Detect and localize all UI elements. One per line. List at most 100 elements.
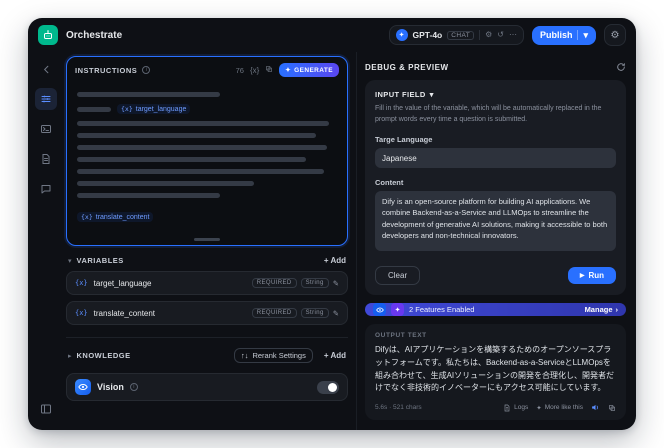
input-field-title: INPUT FIELD xyxy=(375,90,426,99)
sidebar-item-api-access[interactable] xyxy=(35,118,57,140)
run-button[interactable]: ▶ Run xyxy=(567,267,616,284)
output-title: OUTPUT TEXT xyxy=(375,332,427,339)
prompt-text-skeleton xyxy=(77,145,327,150)
target-language-label: Targe Language xyxy=(375,135,433,144)
rerank-icon: ↑↓ xyxy=(240,351,249,360)
resize-handle[interactable] xyxy=(194,238,220,241)
variable-row-translate-content[interactable]: {x} translate_content REQUIRED String ✎ xyxy=(66,301,348,325)
divider xyxy=(66,337,348,338)
model-selector[interactable]: ✦ GPT-4o CHAT ⚙ ↺ ⋯ xyxy=(388,25,524,45)
input-field-footer: Clear ▶ Run xyxy=(375,266,616,285)
rerank-settings-button[interactable]: ↑↓ Rerank Settings xyxy=(233,348,313,363)
copy-icon[interactable] xyxy=(265,65,273,75)
content-textarea[interactable]: Dify is an open-source platform for buil… xyxy=(375,191,616,251)
variable-name: target_language xyxy=(93,278,152,288)
instructions-panel[interactable]: INSTRUCTIONS i 76 {x} ✦ GENERATE {x} tar… xyxy=(66,56,348,246)
sidebar-item-annotations[interactable] xyxy=(35,178,57,200)
generate-button[interactable]: ✦ GENERATE xyxy=(279,63,339,77)
left-icon-rail xyxy=(28,52,64,430)
more-icon[interactable]: ⋯ xyxy=(509,31,517,39)
prompt-text-skeleton xyxy=(77,157,306,162)
variable-icon: {x} xyxy=(81,213,93,221)
debug-header: DEBUG & PREVIEW xyxy=(365,62,626,72)
model-settings-icon[interactable]: ⚙ xyxy=(485,31,492,39)
clear-button[interactable]: Clear xyxy=(375,266,421,285)
divider xyxy=(577,30,579,40)
logs-button[interactable]: Logs xyxy=(503,404,528,412)
type-badge[interactable]: String xyxy=(300,308,329,318)
publish-button[interactable]: Publish ▾ xyxy=(531,25,596,45)
debug-title: DEBUG & PREVIEW xyxy=(365,62,449,72)
sidebar-item-logs[interactable] xyxy=(35,148,57,170)
required-badge: REQUIRED xyxy=(251,278,297,288)
model-provider-icon: ✦ xyxy=(395,29,408,41)
more-like-this-label: More like this xyxy=(544,404,583,412)
prompt-text-skeleton xyxy=(77,169,324,174)
output-text-card: OUTPUT TEXT Difyは、AIアプリケーションを構築するためのオープン… xyxy=(365,324,626,421)
top-bar: Orchestrate ✦ GPT-4o CHAT ⚙ ↺ ⋯ Publish … xyxy=(28,18,636,52)
toggle-knob xyxy=(328,382,337,392)
speaker-icon[interactable] xyxy=(591,403,600,412)
prompt-text-skeleton xyxy=(77,181,254,186)
prompt-text-skeleton xyxy=(77,121,330,126)
chevron-down-icon[interactable]: ▾ xyxy=(68,257,72,265)
variable-icon: {x} xyxy=(75,279,88,287)
target-language-input[interactable] xyxy=(375,148,616,168)
prompt-text-skeleton xyxy=(77,193,220,198)
vision-toggle[interactable] xyxy=(317,380,339,394)
variable-icon: {x} xyxy=(121,105,133,113)
run-label: Run xyxy=(588,271,604,280)
prompt-text-skeleton xyxy=(77,92,220,97)
prompt-editor[interactable]: {x} target_language {x} translate_conten… xyxy=(67,80,347,245)
manage-features-button[interactable]: Manage › xyxy=(585,305,618,314)
gear-icon: ⚙ xyxy=(610,29,620,41)
more-like-this-button[interactable]: ✦ More like this xyxy=(536,404,583,412)
variable-token-label: target_language xyxy=(135,105,187,113)
edit-icon[interactable]: ✎ xyxy=(333,309,339,318)
insert-variable-icon[interactable]: {x} xyxy=(250,66,259,75)
required-badge: REQUIRED xyxy=(251,308,297,318)
variable-icon: {x} xyxy=(75,309,88,317)
variable-token-target-language[interactable]: {x} target_language xyxy=(117,104,191,114)
sidebar-item-orchestrate[interactable] xyxy=(35,88,57,110)
collapse-panel-icon[interactable] xyxy=(35,398,57,420)
input-field-header[interactable]: INPUT FIELD ▾ xyxy=(375,90,616,99)
copy-output-icon[interactable] xyxy=(608,404,616,412)
orchestrate-column: INSTRUCTIONS i 76 {x} ✦ GENERATE {x} tar… xyxy=(64,52,356,430)
input-field-description: Fill in the value of the variable, which… xyxy=(375,105,602,123)
variable-name: translate_content xyxy=(93,308,156,318)
chevron-right-icon[interactable]: ▸ xyxy=(68,352,72,360)
info-icon: i xyxy=(142,66,151,74)
add-variable-button[interactable]: + Add xyxy=(324,256,346,265)
output-stats: 5.6s · 521 chars xyxy=(375,404,422,412)
sparkle-icon: ✦ xyxy=(285,67,292,74)
generate-label: GENERATE xyxy=(294,66,333,74)
knowledge-header: ▸ KNOWLEDGE ↑↓ Rerank Settings + Add xyxy=(66,348,348,363)
debug-preview-column: DEBUG & PREVIEW INPUT FIELD ▾ Fill in th… xyxy=(356,52,636,430)
variable-row-target-language[interactable]: {x} target_language REQUIRED String ✎ xyxy=(66,271,348,295)
char-count: 76 xyxy=(235,65,244,75)
vision-label: Vision xyxy=(97,382,124,392)
info-icon: i xyxy=(129,383,138,391)
vision-feature-icon xyxy=(373,303,386,316)
content-label: Content xyxy=(375,178,404,187)
knowledge-title: KNOWLEDGE xyxy=(76,351,131,360)
divider xyxy=(479,30,481,40)
refresh-icon[interactable] xyxy=(616,62,626,72)
variable-token-label: translate_content xyxy=(95,213,150,221)
edit-icon[interactable]: ✎ xyxy=(333,279,339,288)
manage-label: Manage xyxy=(584,305,613,314)
play-icon: ▶ xyxy=(579,273,585,279)
app-window: Orchestrate ✦ GPT-4o CHAT ⚙ ↺ ⋯ Publish … xyxy=(28,18,636,430)
prompt-text-skeleton xyxy=(77,106,111,112)
app-settings-button[interactable]: ⚙ xyxy=(604,24,626,46)
type-badge[interactable]: String xyxy=(300,278,329,288)
history-icon[interactable]: ↺ xyxy=(497,31,504,39)
variable-token-translate-content[interactable]: {x} translate_content xyxy=(77,212,154,222)
instructions-header: INSTRUCTIONS i 76 {x} ✦ GENERATE xyxy=(67,57,347,80)
back-icon[interactable] xyxy=(35,58,57,80)
add-knowledge-button[interactable]: + Add xyxy=(324,351,346,360)
variables-header: ▾ VARIABLES + Add xyxy=(66,256,348,265)
chevron-down-icon: ▾ xyxy=(429,90,434,99)
publish-label: Publish xyxy=(539,30,573,40)
